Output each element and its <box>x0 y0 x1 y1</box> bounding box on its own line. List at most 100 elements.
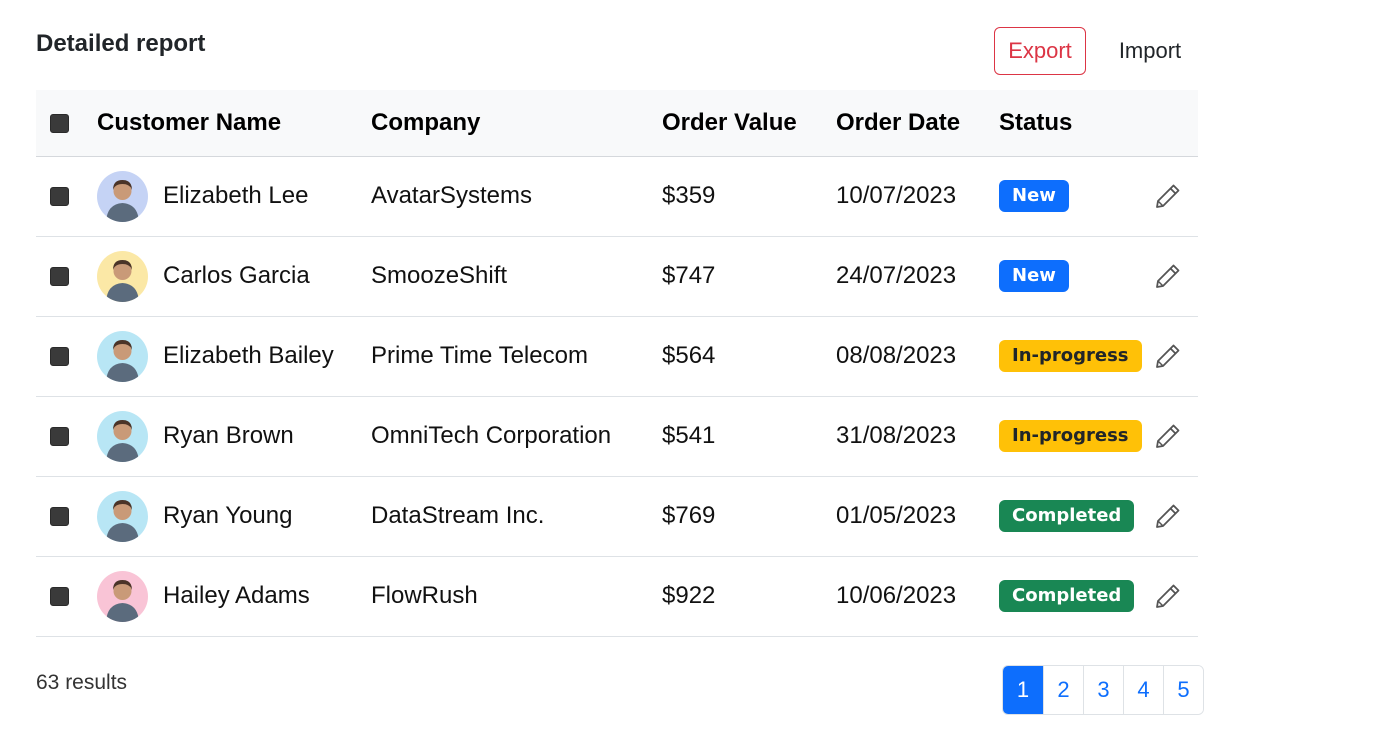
customer-name: Ryan Young <box>163 502 293 529</box>
page-link-5[interactable]: 5 <box>1163 666 1203 714</box>
order-value-cell: $359 <box>662 156 836 237</box>
avatar-person-icon <box>106 419 139 462</box>
avatar <box>97 490 148 542</box>
avatar-person-icon <box>106 259 139 302</box>
customer-cell: Ryan Brown <box>97 396 371 477</box>
status-badge: New <box>999 180 1069 212</box>
company-cell: OmniTech Corporation <box>371 396 662 477</box>
customer-name: Hailey Adams <box>163 582 310 609</box>
table-row: Elizabeth Lee AvatarSystems $359 10/07/2… <box>36 156 1198 237</box>
status-cell: In-progress <box>999 316 1145 397</box>
avatar <box>97 250 148 302</box>
customer-cell: Ryan Young <box>97 476 371 557</box>
status-cell: New <box>999 156 1145 237</box>
edit-cell <box>1145 156 1198 237</box>
company-cell: SmoozeShift <box>371 236 662 317</box>
order-value-cell: $541 <box>662 396 836 477</box>
order-date-cell: 08/08/2023 <box>836 316 999 397</box>
order-date-cell: 01/05/2023 <box>836 476 999 557</box>
pencil-icon[interactable] <box>1153 581 1183 611</box>
status-cell: New <box>999 236 1145 317</box>
page-link-1[interactable]: 1 <box>1003 666 1043 714</box>
pencil-icon[interactable] <box>1153 181 1183 211</box>
company-cell: AvatarSystems <box>371 156 662 237</box>
table-row: Ryan Brown OmniTech Corporation $541 31/… <box>36 396 1198 477</box>
customer-name: Elizabeth Bailey <box>163 342 334 369</box>
edit-cell <box>1145 396 1198 477</box>
customer-name-wrapper: Hailey Adams <box>97 570 371 622</box>
pencil-icon[interactable] <box>1153 341 1183 371</box>
customer-name: Carlos Garcia <box>163 262 310 289</box>
column-header-status[interactable]: Status <box>999 90 1145 157</box>
customer-name: Elizabeth Lee <box>163 182 309 209</box>
status-badge: In-progress <box>999 420 1142 452</box>
row-checkbox[interactable] <box>50 507 69 527</box>
avatar-person-icon <box>106 339 139 382</box>
column-header-company[interactable]: Company <box>371 90 662 157</box>
row-checkbox-cell <box>36 156 97 237</box>
table-row: Hailey Adams FlowRush $922 10/06/2023 Co… <box>36 556 1198 637</box>
row-checkbox[interactable] <box>50 427 69 447</box>
row-checkbox-cell <box>36 396 97 477</box>
customer-name-wrapper: Elizabeth Bailey <box>97 330 371 382</box>
row-checkbox-cell <box>36 556 97 637</box>
import-button[interactable]: Import <box>1104 27 1196 75</box>
row-checkbox[interactable] <box>50 587 69 607</box>
customer-cell: Elizabeth Lee <box>97 156 371 237</box>
status-badge: New <box>999 260 1069 292</box>
page-link-3[interactable]: 3 <box>1083 666 1123 714</box>
customer-name-wrapper: Carlos Garcia <box>97 250 371 302</box>
status-cell: Completed <box>999 556 1145 637</box>
select-all-checkbox[interactable] <box>50 113 69 133</box>
row-checkbox-cell <box>36 316 97 397</box>
table-row: Carlos Garcia SmoozeShift $747 24/07/202… <box>36 236 1198 317</box>
customer-name: Ryan Brown <box>163 422 294 449</box>
order-value-cell: $747 <box>662 236 836 317</box>
row-checkbox[interactable] <box>50 347 69 367</box>
page-link-4[interactable]: 4 <box>1123 666 1163 714</box>
avatar <box>97 170 148 222</box>
customer-cell: Hailey Adams <box>97 556 371 637</box>
column-header-order-date[interactable]: Order Date <box>836 90 999 157</box>
status-cell: Completed <box>999 476 1145 557</box>
edit-cell <box>1145 316 1198 397</box>
edit-cell <box>1145 556 1198 637</box>
company-cell: FlowRush <box>371 556 662 637</box>
customer-name-wrapper: Ryan Brown <box>97 410 371 462</box>
edit-cell <box>1145 476 1198 557</box>
customer-name-wrapper: Ryan Young <box>97 490 371 542</box>
edit-cell <box>1145 236 1198 317</box>
avatar <box>97 330 148 382</box>
avatar <box>97 570 148 622</box>
order-value-cell: $564 <box>662 316 836 397</box>
row-checkbox-cell <box>36 236 97 317</box>
customer-cell: Carlos Garcia <box>97 236 371 317</box>
company-cell: Prime Time Telecom <box>371 316 662 397</box>
results-count: 63 results <box>36 671 128 694</box>
order-date-cell: 31/08/2023 <box>836 396 999 477</box>
avatar-person-icon <box>106 579 139 622</box>
customer-name-wrapper: Elizabeth Lee <box>97 170 371 222</box>
header-checkbox-cell <box>36 90 97 157</box>
pencil-icon[interactable] <box>1153 421 1183 451</box>
status-badge: Completed <box>999 500 1135 532</box>
company-cell: DataStream Inc. <box>371 476 662 557</box>
page-title: Detailed report <box>36 30 206 57</box>
column-header-actions <box>1145 90 1198 157</box>
pencil-icon[interactable] <box>1153 261 1183 291</box>
order-date-cell: 10/07/2023 <box>836 156 999 237</box>
column-header-order-value[interactable]: Order Value <box>662 90 836 157</box>
page-link-2[interactable]: 2 <box>1043 666 1083 714</box>
row-checkbox[interactable] <box>50 267 69 287</box>
table-header-row: Customer Name Company Order Value Order … <box>36 90 1198 157</box>
avatar-person-icon <box>106 179 139 222</box>
row-checkbox-cell <box>36 476 97 557</box>
order-value-cell: $769 <box>662 476 836 557</box>
status-badge: In-progress <box>999 340 1142 372</box>
customer-cell: Elizabeth Bailey <box>97 316 371 397</box>
row-checkbox[interactable] <box>50 187 69 207</box>
order-value-cell: $922 <box>662 556 836 637</box>
export-button[interactable]: Export <box>994 27 1086 75</box>
pencil-icon[interactable] <box>1153 501 1183 531</box>
column-header-customer-name[interactable]: Customer Name <box>97 90 371 157</box>
